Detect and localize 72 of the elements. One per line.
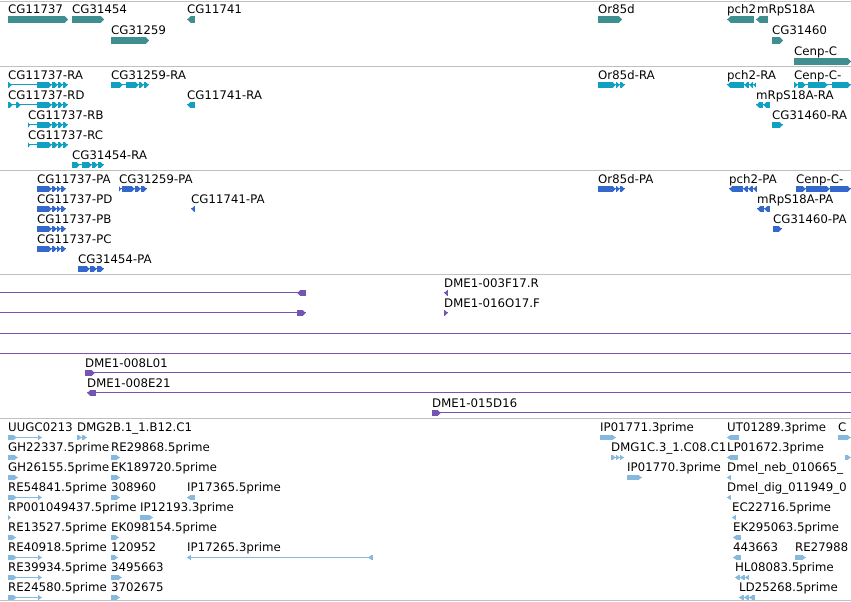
protein-label: CG31259-PA bbox=[119, 172, 193, 184]
protein-label: CG31454-PA bbox=[78, 252, 152, 264]
est-label: IP12193.3prime bbox=[140, 500, 234, 512]
transcript-label: CG11737-RC bbox=[28, 128, 104, 140]
transcript-label: CG11741-RA bbox=[187, 88, 262, 100]
est-label: LP01672.3prime bbox=[727, 440, 824, 452]
est-label: RE24580.5prime bbox=[8, 580, 107, 592]
est-label: IP17365.5prime bbox=[187, 480, 281, 492]
clone-label: DME1-016O17.F bbox=[444, 296, 540, 308]
gene-label: CG31259 bbox=[111, 24, 166, 36]
est-label: EK189720.5prime bbox=[111, 460, 217, 472]
clone-label: DME1-003F17.R bbox=[444, 276, 539, 288]
est-label: IP01771.3prime bbox=[600, 420, 694, 432]
protein-label: CG11737-PC bbox=[37, 232, 112, 244]
est-label: RE39934.5prime bbox=[8, 560, 107, 572]
est-label: RE13527.5prime bbox=[8, 520, 107, 532]
est-label: 3702675 bbox=[111, 580, 164, 592]
gene-label: mRpS18A bbox=[757, 2, 815, 14]
est-label: 120952 bbox=[111, 540, 156, 552]
transcript-label: CG11737-RA bbox=[8, 68, 83, 80]
est-label: 3495663 bbox=[111, 560, 164, 572]
gene-label: CG31454 bbox=[72, 2, 127, 14]
gene-label: Or85d bbox=[598, 2, 635, 14]
est-label: DMG2B.1_1.B12.C1 bbox=[77, 420, 192, 432]
transcript-label: pch2-RA bbox=[727, 68, 776, 80]
est-label: C bbox=[838, 420, 846, 432]
gene-label: CG31460 bbox=[772, 24, 827, 36]
protein-label: mRpS18A-PA bbox=[757, 192, 834, 204]
protein-label: Cenp-C- bbox=[796, 172, 844, 184]
est-label: Dmel_dig_011949_0 bbox=[727, 480, 847, 492]
gene-label: CG11741 bbox=[187, 2, 242, 14]
transcript-label: CG31460-RA bbox=[772, 108, 847, 120]
est-label: 308960 bbox=[111, 480, 156, 492]
protein-label: CG31460-PA bbox=[773, 212, 847, 224]
est-label: IP17265.3prime bbox=[187, 540, 281, 552]
est-label: LD25268.5prime bbox=[739, 580, 838, 592]
est-label: RP001049437.5prime bbox=[8, 500, 136, 512]
est-label: IP01770.3prime bbox=[627, 460, 721, 472]
est-label: EK295063.5prime bbox=[733, 520, 839, 532]
est-label: RE40918.5prime bbox=[8, 540, 107, 552]
transcript-label: Or85d-RA bbox=[598, 68, 655, 80]
est-label: RE54841.5prime bbox=[8, 480, 107, 492]
transcript-label: CG11737-RB bbox=[28, 108, 104, 120]
transcript-label: CG11737-RD bbox=[8, 88, 84, 100]
protein-label: CG11737-PD bbox=[37, 192, 112, 204]
protein-label: Or85d-PA bbox=[598, 172, 654, 184]
gene-label: pch2 bbox=[727, 2, 756, 14]
est-label: Dmel_neb_010665_ bbox=[727, 460, 844, 472]
est-label: GH22337.5prime bbox=[8, 440, 110, 452]
est-label: 443663 bbox=[733, 540, 778, 552]
transcript-label: CG31454-RA bbox=[72, 148, 147, 160]
est-label: EK098154.5prime bbox=[111, 520, 217, 532]
est-label: HL08083.5prime bbox=[735, 560, 834, 572]
est-label: EC22716.5prime bbox=[732, 500, 831, 512]
transcript-label: Cenp-C- bbox=[794, 68, 842, 80]
clone-label: DME1-015D16 bbox=[432, 396, 518, 408]
protein-label: pch2-PA bbox=[729, 172, 777, 184]
transcript-label: CG31259-RA bbox=[111, 68, 186, 80]
transcript-label: mRpS18A-RA bbox=[756, 88, 834, 100]
clone-label: DME1-008L01 bbox=[85, 356, 168, 368]
est-label: GH26155.5prime bbox=[8, 460, 110, 472]
est-label: DMG1C.3_1.C08.C1 bbox=[611, 440, 726, 452]
protein-label: CG11737-PA bbox=[37, 172, 111, 184]
gene-label: Cenp-C bbox=[794, 44, 837, 56]
gene-label: CG11737 bbox=[8, 2, 63, 14]
protein-label: CG11737-PB bbox=[37, 212, 112, 224]
est-label: UT01289.3prime bbox=[727, 420, 826, 432]
est-label: UUGC0213 bbox=[8, 420, 73, 432]
protein-label: CG11741-PA bbox=[191, 192, 265, 204]
clone-label: DME1-008E21 bbox=[87, 376, 170, 388]
est-label: RE27988 bbox=[795, 540, 848, 552]
est-label: RE29868.5prime bbox=[111, 440, 210, 452]
